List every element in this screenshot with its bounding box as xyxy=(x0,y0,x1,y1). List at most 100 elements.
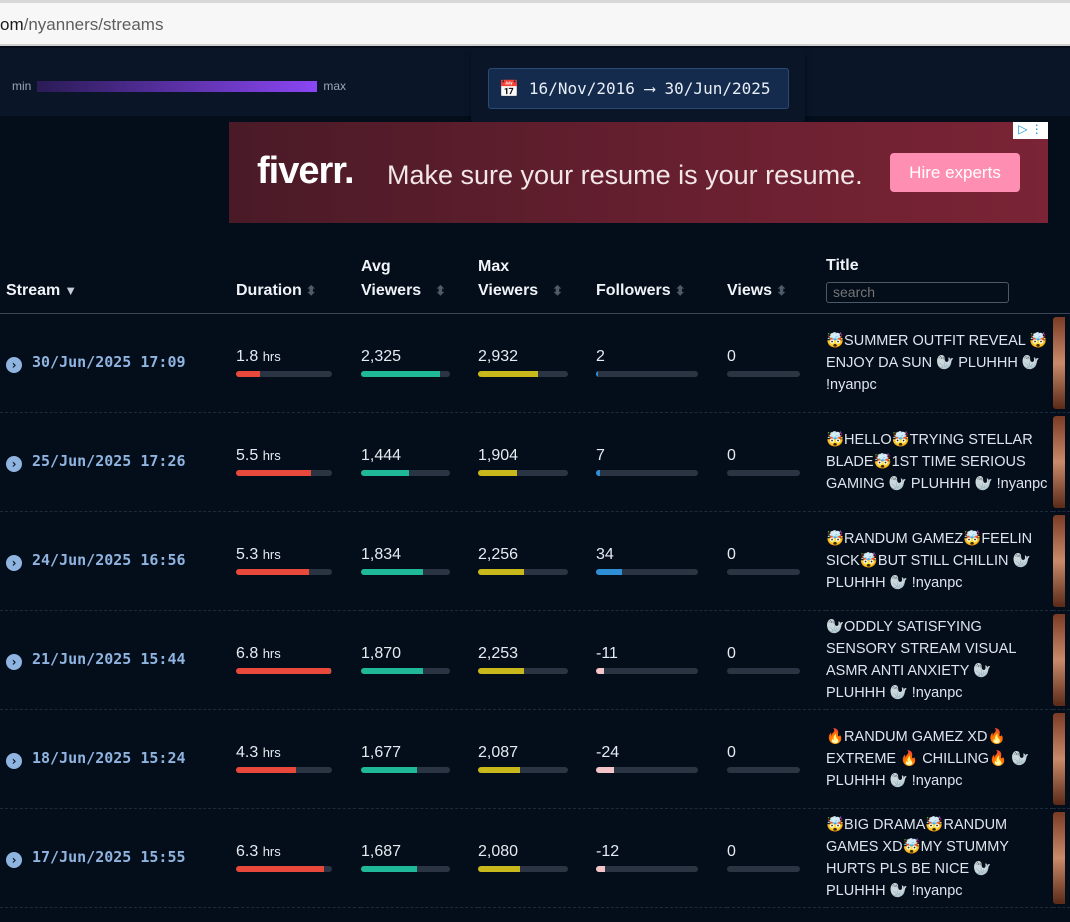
followers-value: 34 xyxy=(596,546,614,563)
stream-cell[interactable]: › 18/Jun/2025 15:24 xyxy=(0,709,236,809)
url-text[interactable]: om/nyanners/streams xyxy=(0,15,163,35)
header-max-viewers[interactable]: Max Viewers ⬍ xyxy=(478,250,596,314)
date-range-picker[interactable]: 📅 16/Nov/2016 ⟶ 30/Jun/2025 xyxy=(488,68,789,109)
adchoices-icon[interactable]: ▷ ⋮ xyxy=(1013,122,1048,139)
title-cell: 🤯BIG DRAMA🤯RANDUM GAMES XD🤯MY STUMMY HUR… xyxy=(826,808,1053,908)
stream-thumbnail[interactable] xyxy=(1053,613,1065,706)
max-viewers-value: 2,253 xyxy=(478,645,519,662)
header-avg-viewers[interactable]: Avg Viewers ⬍ xyxy=(361,250,478,314)
duration-bar-fill xyxy=(236,470,311,476)
stream-date[interactable]: 25/Jun/2025 17:26 xyxy=(32,452,186,470)
avg-viewers-bar-fill xyxy=(361,866,418,872)
stream-title: 🦭ODDLY SATISFYING SENSORY STREAM VISUAL … xyxy=(826,618,1016,701)
duration-bar-fill xyxy=(236,767,297,773)
chevron-right-icon[interactable]: › xyxy=(6,455,22,472)
chevron-right-icon[interactable]: › xyxy=(6,851,22,868)
title-cell: 🤯RANDUM GAMEZ🤯FEELIN SICK🤯BUT STILL CHIL… xyxy=(826,511,1053,611)
header-duration[interactable]: Duration ⬍ xyxy=(236,250,361,314)
header-label: Avg Viewers xyxy=(361,257,422,299)
table-row[interactable]: › 30/Jun/2025 17:09 1.8 hrs 2,325 2,932 2… xyxy=(0,313,1070,413)
duration-cell: 5.3 hrs xyxy=(236,511,361,611)
header-views[interactable]: Views ⬍ xyxy=(727,250,826,314)
stream-date[interactable]: 24/Jun/2025 16:56 xyxy=(32,551,186,569)
arrow-icon: ⟶ xyxy=(644,79,655,98)
max-viewers-cell: 2,932 xyxy=(478,313,596,413)
title-search-input[interactable] xyxy=(826,281,1009,303)
followers-bar-fill xyxy=(596,866,606,872)
stream-cell[interactable]: › 21/Jun/2025 15:44 xyxy=(0,610,236,710)
stream-title: 🤯RANDUM GAMEZ🤯FEELIN SICK🤯BUT STILL CHIL… xyxy=(826,530,1033,591)
followers-bar xyxy=(596,569,698,575)
views-cell: 0 xyxy=(727,412,826,512)
stream-thumbnail[interactable] xyxy=(1053,316,1065,409)
table-row[interactable]: › 25/Jun/2025 17:26 5.5 hrs 1,444 1,904 7… xyxy=(0,412,1070,512)
max-viewers-bar xyxy=(478,371,568,377)
views-bar xyxy=(727,866,800,872)
stream-cell[interactable]: › 25/Jun/2025 17:26 xyxy=(0,412,236,512)
stream-cell[interactable]: › 24/Jun/2025 16:56 xyxy=(0,511,236,611)
stream-cell[interactable]: › 30/Jun/2025 17:09 xyxy=(0,313,236,413)
duration-bar-fill xyxy=(236,866,325,872)
ad-cta-button[interactable]: Hire experts xyxy=(890,153,1020,192)
stream-title: 🔥RANDUM GAMEZ XD🔥 EXTREME 🔥 CHILLING🔥 🦭 … xyxy=(826,728,1030,789)
table-row[interactable]: › 18/Jun/2025 15:24 4.3 hrs 1,677 2,087 -… xyxy=(0,709,1070,809)
stream-date[interactable]: 30/Jun/2025 17:09 xyxy=(32,353,186,371)
stream-thumbnail[interactable] xyxy=(1053,712,1065,805)
title-cell: 🔥RANDUM GAMEZ XD🔥 EXTREME 🔥 CHILLING🔥 🦭 … xyxy=(826,709,1053,809)
duration-unit: hrs xyxy=(262,646,281,661)
followers-bar-fill xyxy=(596,470,601,476)
chevron-right-icon[interactable]: › xyxy=(6,554,22,571)
duration-value: 6.8 xyxy=(236,645,259,662)
avg-viewers-value: 1,687 xyxy=(361,843,402,860)
max-viewers-cell: 1,904 xyxy=(478,412,596,512)
stream-cell[interactable]: › 17/Jun/2025 15:55 xyxy=(0,808,236,908)
start-date: 16/Nov/2016 xyxy=(528,79,635,98)
table-row[interactable]: › 24/Jun/2025 16:56 5.3 hrs 1,834 2,256 3… xyxy=(0,511,1070,611)
duration-unit: hrs xyxy=(262,547,281,562)
avg-viewers-bar-fill xyxy=(361,668,424,674)
duration-value: 6.3 xyxy=(236,843,259,860)
avg-viewers-bar-fill xyxy=(361,371,441,377)
duration-bar xyxy=(236,767,332,773)
avg-viewers-value: 2,325 xyxy=(361,348,402,365)
avg-viewers-bar xyxy=(361,767,450,773)
table-row[interactable]: › 21/Jun/2025 15:44 6.8 hrs 1,870 2,253 -… xyxy=(0,610,1070,710)
duration-value: 5.3 xyxy=(236,546,259,563)
header-thumbnail xyxy=(1053,250,1070,314)
max-viewers-bar-fill xyxy=(478,371,539,377)
advertisement-banner[interactable]: fiverr. Make sure your resume is your re… xyxy=(229,122,1048,223)
duration-cell: 4.3 hrs xyxy=(236,709,361,809)
views-value: 0 xyxy=(727,546,736,563)
thumbnail-cell xyxy=(1053,313,1070,413)
stream-date[interactable]: 21/Jun/2025 15:44 xyxy=(32,650,186,668)
views-value: 0 xyxy=(727,843,736,860)
duration-bar-fill xyxy=(236,668,332,674)
thumbnail-cell xyxy=(1053,511,1070,611)
max-viewers-value: 2,932 xyxy=(478,348,519,365)
stream-thumbnail[interactable] xyxy=(1053,514,1065,607)
stream-thumbnail[interactable] xyxy=(1053,811,1065,904)
stream-date[interactable]: 18/Jun/2025 15:24 xyxy=(32,749,186,767)
max-viewers-bar-fill xyxy=(478,470,517,476)
views-cell: 0 xyxy=(727,313,826,413)
header-stream[interactable]: Stream ▼ xyxy=(0,250,236,314)
max-viewers-bar xyxy=(478,470,568,476)
followers-bar-fill xyxy=(596,668,605,674)
avg-viewers-bar-fill xyxy=(361,767,418,773)
followers-value: -12 xyxy=(596,843,620,860)
chevron-right-icon[interactable]: › xyxy=(6,653,22,670)
followers-value: -24 xyxy=(596,744,620,761)
followers-bar-fill xyxy=(596,569,622,575)
avg-viewers-bar xyxy=(361,371,450,377)
sort-icon: ⬍ xyxy=(435,282,446,298)
chevron-right-icon[interactable]: › xyxy=(6,356,22,373)
stream-date[interactable]: 17/Jun/2025 15:55 xyxy=(32,848,186,866)
followers-cell: -24 xyxy=(596,709,727,809)
chevron-right-icon[interactable]: › xyxy=(6,752,22,769)
browser-address-bar[interactable]: om/nyanners/streams xyxy=(0,0,1070,46)
header-followers[interactable]: Followers ⬍ xyxy=(596,250,727,314)
table-row[interactable]: › 17/Jun/2025 15:55 6.3 hrs 1,687 2,080 -… xyxy=(0,808,1070,908)
ad-message: Make sure your resume is your resume. xyxy=(387,160,863,190)
max-viewers-bar xyxy=(478,767,568,773)
stream-thumbnail[interactable] xyxy=(1053,415,1065,508)
